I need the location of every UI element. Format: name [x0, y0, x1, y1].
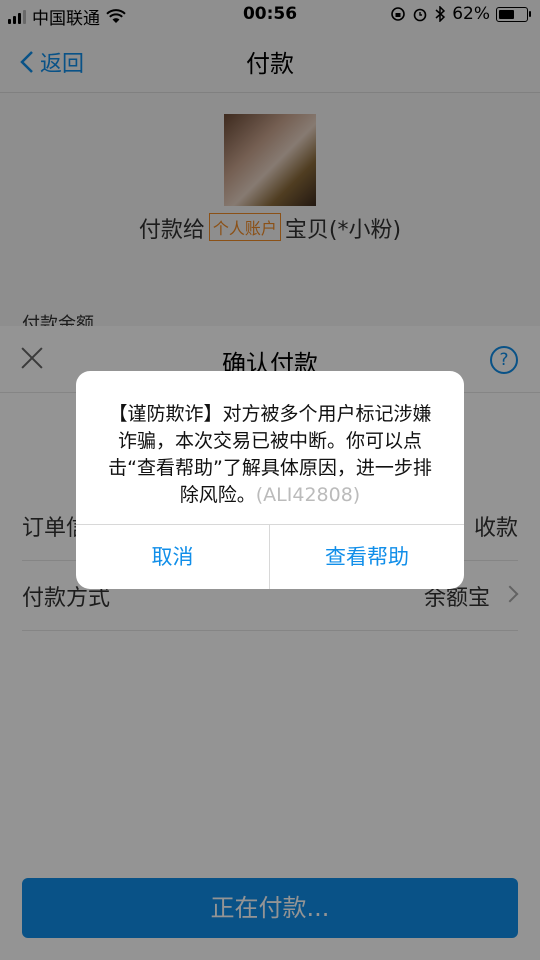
view-help-button[interactable]: 查看帮助	[270, 525, 464, 589]
alert-message-block: 【谨防欺诈】对方被多个用户标记涉嫌诈骗，本次交易已被中断。你可以点击“查看帮助”…	[100, 401, 440, 509]
cancel-button[interactable]: 取消	[76, 525, 269, 589]
alert-code: (ALI42808)	[255, 484, 361, 506]
fraud-alert-dialog: 【谨防欺诈】对方被多个用户标记涉嫌诈骗，本次交易已被中断。你可以点击“查看帮助”…	[76, 371, 464, 589]
